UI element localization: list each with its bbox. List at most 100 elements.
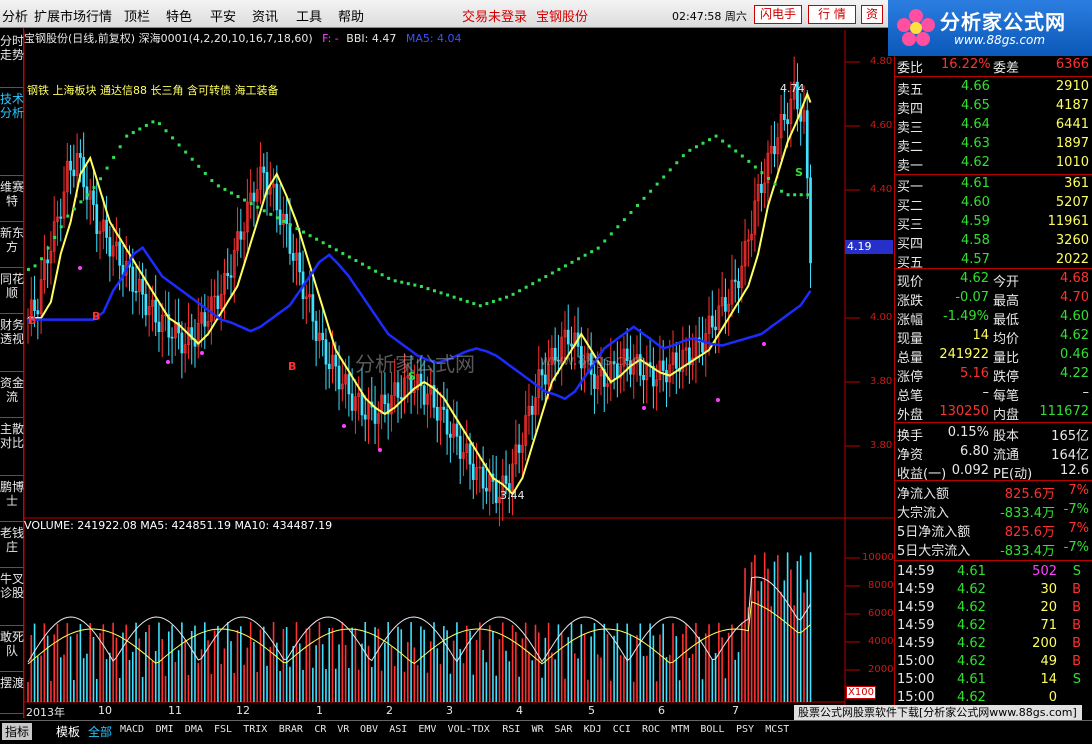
- candle-body: [570, 343, 573, 347]
- tick-row: 14:59 4.61 502 S: [895, 564, 1092, 582]
- trend-dot: [518, 289, 522, 293]
- indicator-tab-brar[interactable]: BRAR: [279, 724, 303, 735]
- trend-dot: [721, 139, 725, 143]
- trend-dot: [799, 193, 803, 197]
- candle-body: [593, 373, 596, 389]
- x-axis-label: 6: [658, 704, 665, 717]
- fundamental-label: 股本: [993, 429, 1020, 444]
- indicator-tab-trix[interactable]: TRIX: [243, 724, 267, 735]
- trend-dot: [708, 138, 712, 142]
- capital-flow-row: 5日大宗流入 -833.4万 -7%: [895, 540, 1092, 559]
- indicator-tab-kdj[interactable]: KDJ: [584, 724, 602, 735]
- indicator-bbi: BBI: 4.47: [346, 32, 397, 45]
- trend-dot: [616, 225, 620, 229]
- tick-price: 4.61: [957, 564, 986, 579]
- menu-pingan[interactable]: 平安: [210, 6, 236, 25]
- candle-body: [363, 414, 367, 420]
- candle-body: [710, 315, 714, 328]
- candle-body: [360, 392, 364, 416]
- stat-label: 跌停: [993, 370, 1020, 385]
- stat-label: 量比: [993, 351, 1020, 366]
- price-axis-label: 3.80: [870, 376, 893, 387]
- indicator-tab-roc[interactable]: ROC: [642, 724, 660, 735]
- stat-row: 涨幅 -1.49% 最低 4.60: [895, 309, 1092, 328]
- chart-header: 宝钢股份(日线,前复权) 深海0001(4,2,20,10,16,7,18,60…: [24, 30, 462, 46]
- trend-dot: [400, 280, 404, 284]
- x-axis-label: 10: [98, 704, 112, 717]
- trend-dot: [701, 141, 705, 145]
- candlestick-series: [26, 56, 812, 527]
- trend-dot: [171, 136, 175, 140]
- indicator-tab-psy[interactable]: PSY: [736, 724, 754, 735]
- indicator-tab-emv[interactable]: EMV: [418, 724, 436, 735]
- candle-body: [229, 275, 233, 278]
- candle-body: [118, 241, 122, 266]
- trend-dot: [184, 150, 188, 154]
- weibi-row: 委比 16.22% 委差 6366: [895, 57, 1092, 76]
- indicator-tab-asi[interactable]: ASI: [389, 724, 407, 735]
- trend-dot: [577, 257, 581, 261]
- indicator-tab-dma[interactable]: DMA: [185, 724, 203, 735]
- stat-value: 0.46: [1060, 347, 1089, 362]
- indicator-tab-rsi[interactable]: RSI: [502, 724, 520, 735]
- indicator-tab-mcst[interactable]: MCST: [765, 724, 789, 735]
- indicator-tab-macd[interactable]: MACD: [120, 724, 144, 735]
- tab-indicator[interactable]: 指标: [2, 723, 33, 740]
- magenta-signal-dot: [762, 342, 766, 346]
- menu-help[interactable]: 帮助: [338, 6, 364, 25]
- candle-body: [701, 341, 704, 353]
- trend-dot: [144, 123, 148, 127]
- indicator-tab-cr[interactable]: CR: [314, 724, 326, 735]
- menu-tools[interactable]: 工具: [296, 6, 322, 25]
- indicator-tab-boll[interactable]: BOLL: [700, 724, 724, 735]
- flash-trade-button[interactable]: 闪电手: [754, 5, 802, 24]
- trend-dot: [524, 285, 528, 289]
- candle-body: [782, 114, 786, 120]
- trend-dot: [125, 134, 129, 138]
- tick-side: B: [1072, 582, 1081, 597]
- fundamental-row: 收益(一) 0.092 PE(动) 12.6: [895, 463, 1092, 482]
- trend-dot: [505, 295, 509, 299]
- indicator-tab-dmi[interactable]: DMI: [156, 724, 174, 735]
- trend-dot: [27, 267, 30, 271]
- info-button[interactable]: 资: [861, 5, 883, 24]
- menu-analysis[interactable]: 分析: [2, 6, 28, 25]
- menu-topbar[interactable]: 顶栏: [124, 6, 150, 25]
- candle-body: [46, 259, 49, 264]
- tick-time: 14:59: [897, 600, 935, 615]
- indicator-tab-cci[interactable]: CCI: [613, 724, 631, 735]
- trend-dot: [295, 227, 299, 231]
- indicator-tab-sar[interactable]: SAR: [554, 724, 572, 735]
- trade-status[interactable]: 交易未登录: [462, 6, 527, 25]
- x-axis-label: 7: [732, 704, 739, 717]
- indicator-tab-obv[interactable]: OBV: [360, 724, 378, 735]
- bid-row: 买一 4.61 361: [895, 176, 1092, 195]
- quote-button[interactable]: 行 情: [808, 5, 856, 24]
- candle-body: [347, 374, 351, 395]
- indicator-tab-wr[interactable]: WR: [532, 724, 544, 735]
- flow-percent: -7%: [1063, 540, 1089, 555]
- tab-template[interactable]: 模板: [56, 723, 81, 740]
- tick-time: 14:59: [897, 618, 935, 633]
- candle-body: [203, 312, 207, 327]
- indicator-tab-vol-tdx[interactable]: VOL-TDX: [448, 724, 490, 735]
- indicator-tab-vr[interactable]: VR: [337, 724, 349, 735]
- candle-body: [485, 487, 488, 492]
- candle-body: [85, 186, 89, 200]
- tick-row: 15:00 4.62 49 B: [895, 654, 1092, 672]
- footer-banner[interactable]: 股票公式网股票软件下载[分析家公式网www.88gs.com]: [794, 705, 1082, 721]
- trend-dot: [40, 257, 44, 261]
- tick-volume: 14: [1040, 672, 1057, 687]
- trend-dot: [786, 193, 790, 197]
- menu-news[interactable]: 资讯: [252, 6, 278, 25]
- trend-dot: [282, 219, 286, 223]
- trend-dot: [138, 127, 142, 131]
- trend-dot: [341, 251, 345, 255]
- tab-all[interactable]: 全部: [88, 723, 112, 740]
- indicator-tab-fsl[interactable]: FSL: [214, 724, 232, 735]
- x-axis-label: 1: [316, 704, 323, 717]
- menu-features[interactable]: 特色: [166, 6, 192, 25]
- indicator-tab-mtm[interactable]: MTM: [671, 724, 689, 735]
- tick-price: 4.62: [957, 600, 986, 615]
- menu-extended-market[interactable]: 扩展市场行情: [34, 6, 112, 25]
